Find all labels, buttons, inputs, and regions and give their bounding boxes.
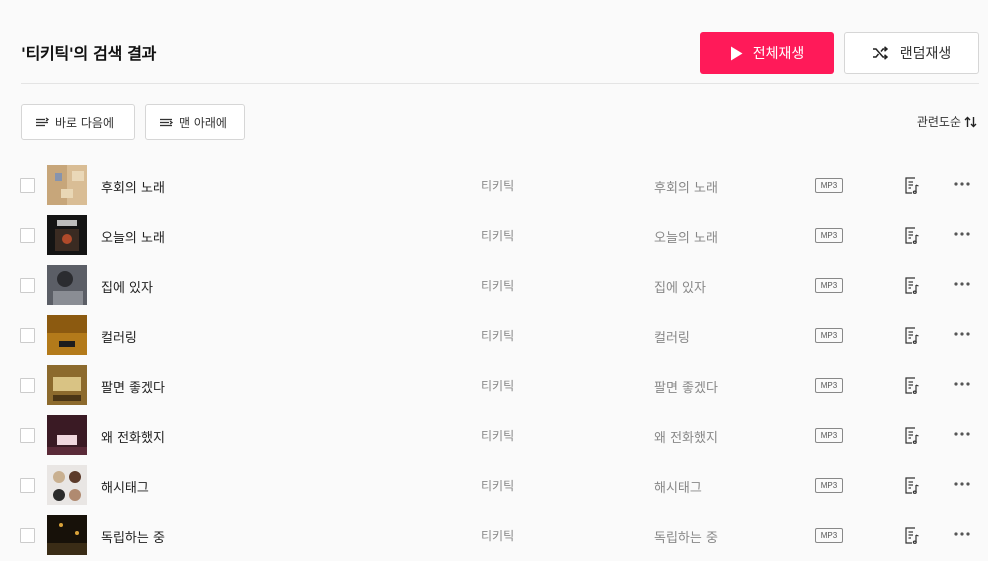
album-cover[interactable] xyxy=(47,215,87,255)
track-artist[interactable]: 티키틱 xyxy=(481,427,514,444)
album-cover[interactable] xyxy=(47,265,87,305)
lyrics-icon[interactable] xyxy=(904,177,920,195)
mp3-badge[interactable]: MP3 xyxy=(815,178,843,193)
more-options-icon[interactable] xyxy=(953,327,971,341)
track-title[interactable]: 오늘의 노래 xyxy=(101,227,165,246)
album-cover[interactable] xyxy=(47,415,87,455)
add-next-button[interactable]: 바로 다음에 xyxy=(21,104,135,140)
track-checkbox[interactable] xyxy=(20,428,35,443)
track-checkbox[interactable] xyxy=(20,378,35,393)
album-cover[interactable] xyxy=(47,315,87,355)
mp3-badge[interactable]: MP3 xyxy=(815,478,843,493)
more-options-icon[interactable] xyxy=(953,277,971,291)
add-next-icon xyxy=(36,116,49,126)
track-album[interactable]: 왜 전화했지 xyxy=(654,427,718,446)
track-checkbox[interactable] xyxy=(20,328,35,343)
track-title[interactable]: 집에 있자 xyxy=(101,277,153,296)
track-artist[interactable]: 티키틱 xyxy=(481,477,514,494)
mp3-badge[interactable]: MP3 xyxy=(815,328,843,343)
lyrics-icon[interactable] xyxy=(904,427,920,445)
more-options-icon[interactable] xyxy=(953,177,971,191)
more-options-icon[interactable] xyxy=(953,377,971,391)
play-all-label: 전체재생 xyxy=(752,46,805,62)
sort-label: 관련도순 xyxy=(916,115,961,129)
more-options-icon[interactable] xyxy=(953,527,971,541)
lyrics-icon[interactable] xyxy=(904,377,920,395)
add-next-label: 바로 다음에 xyxy=(55,115,115,130)
album-cover[interactable] xyxy=(47,515,87,555)
shuffle-play-label: 랜덤재생 xyxy=(899,46,952,62)
track-checkbox[interactable] xyxy=(20,278,35,293)
lyrics-icon[interactable] xyxy=(904,227,920,245)
track-album[interactable]: 해시태그 xyxy=(654,477,702,496)
track-checkbox[interactable] xyxy=(20,228,35,243)
album-cover[interactable] xyxy=(47,365,87,405)
track-artist[interactable]: 티키틱 xyxy=(481,327,514,344)
mp3-badge[interactable]: MP3 xyxy=(815,378,843,393)
album-cover[interactable] xyxy=(47,465,87,505)
track-checkbox[interactable] xyxy=(20,178,35,193)
mp3-badge[interactable]: MP3 xyxy=(815,528,843,543)
track-album[interactable]: 후회의 노래 xyxy=(654,177,718,196)
sort-arrows-icon xyxy=(964,116,977,127)
track-row[interactable]: 팔면 좋겠다 티키틱 팔면 좋겠다 MP3 xyxy=(0,360,988,410)
track-row[interactable]: 집에 있자 티키틱 집에 있자 MP3 xyxy=(0,260,988,310)
track-row[interactable]: 오늘의 노래 티키틱 오늘의 노래 MP3 xyxy=(0,210,988,260)
track-checkbox[interactable] xyxy=(20,528,35,543)
sort-dropdown[interactable]: 관련도순 xyxy=(917,113,977,130)
track-checkbox[interactable] xyxy=(20,478,35,493)
shuffle-play-button[interactable]: 랜덤재생 xyxy=(844,32,979,74)
add-last-label: 맨 아래에 xyxy=(179,115,227,130)
track-title[interactable]: 해시태그 xyxy=(101,477,149,496)
album-cover[interactable] xyxy=(47,165,87,205)
track-artist[interactable]: 티키틱 xyxy=(481,377,514,394)
play-icon xyxy=(730,46,743,60)
lyrics-icon[interactable] xyxy=(904,477,920,495)
lyrics-icon[interactable] xyxy=(904,327,920,345)
track-title[interactable]: 독립하는 중 xyxy=(101,527,165,546)
add-last-button[interactable]: 맨 아래에 xyxy=(145,104,245,140)
track-row[interactable]: 후회의 노래 티키틱 후회의 노래 MP3 xyxy=(0,160,988,210)
track-album[interactable]: 집에 있자 xyxy=(654,277,706,296)
track-album[interactable]: 오늘의 노래 xyxy=(654,227,718,246)
track-title[interactable]: 후회의 노래 xyxy=(101,177,165,196)
track-artist[interactable]: 티키틱 xyxy=(481,227,514,244)
mp3-badge[interactable]: MP3 xyxy=(815,428,843,443)
lyrics-icon[interactable] xyxy=(904,277,920,295)
more-options-icon[interactable] xyxy=(953,227,971,241)
mp3-badge[interactable]: MP3 xyxy=(815,278,843,293)
page-title: '티키틱'의 검색 결과 xyxy=(21,44,157,63)
track-artist[interactable]: 티키틱 xyxy=(481,527,514,544)
track-title[interactable]: 컬러링 xyxy=(101,327,137,346)
mp3-badge[interactable]: MP3 xyxy=(815,228,843,243)
more-options-icon[interactable] xyxy=(953,427,971,441)
track-row[interactable]: 해시태그 티키틱 해시태그 MP3 xyxy=(0,460,988,510)
track-title[interactable]: 팔면 좋겠다 xyxy=(101,377,165,396)
results-header: '티키틱'의 검색 결과 전체재생 랜덤재생 xyxy=(21,0,979,84)
track-row[interactable]: 컬러링 티키틱 컬러링 MP3 xyxy=(0,310,988,360)
play-all-button[interactable]: 전체재생 xyxy=(700,32,834,74)
track-album[interactable]: 컬러링 xyxy=(654,327,690,346)
more-options-icon[interactable] xyxy=(953,477,971,491)
track-album[interactable]: 팔면 좋겠다 xyxy=(654,377,718,396)
add-last-icon xyxy=(160,118,173,126)
track-title[interactable]: 왜 전화했지 xyxy=(101,427,165,446)
track-artist[interactable]: 티키틱 xyxy=(481,177,514,194)
track-artist[interactable]: 티키틱 xyxy=(481,277,514,294)
track-row[interactable]: 왜 전화했지 티키틱 왜 전화했지 MP3 xyxy=(0,410,988,460)
track-row[interactable]: 독립하는 중 티키틱 독립하는 중 MP3 xyxy=(0,510,988,560)
track-album[interactable]: 독립하는 중 xyxy=(654,527,718,546)
shuffle-icon xyxy=(872,46,888,60)
lyrics-icon[interactable] xyxy=(904,527,920,545)
